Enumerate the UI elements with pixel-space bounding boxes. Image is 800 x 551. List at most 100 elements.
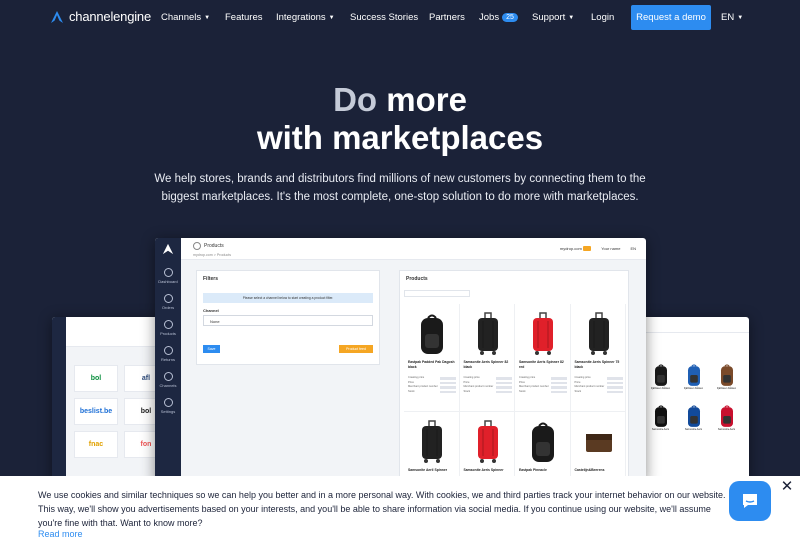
product-image (417, 420, 447, 464)
chat-icon (743, 494, 757, 508)
channelengine-logo-icon (51, 10, 63, 23)
channel-label: Channel (203, 308, 219, 313)
settings-icon (163, 398, 173, 407)
nav-partners[interactable]: Partners (429, 12, 465, 23)
product-name: Castelijn&Beerens (574, 468, 605, 472)
product-name: Samsonite Aeris Spinner 82 red (519, 360, 564, 369)
cookie-read-more-link[interactable]: Read more (38, 529, 83, 539)
product-card[interactable]: Eastpak Padded Pak Dagosh black Creating … (404, 304, 460, 412)
right-product-card[interactable]: Fjällräven Kånken (644, 361, 677, 399)
product-name: Fjällräven Kånken (683, 387, 704, 390)
returns-icon (163, 346, 173, 355)
product-grid: Eastpak Padded Pak Dagosh black Creating … (404, 304, 626, 483)
chevron-down-icon: ▼ (204, 14, 211, 21)
product-card[interactable]: Samsonite Aeril SpinnerCreating pricePri… (404, 412, 460, 483)
channel-tile[interactable]: bol (74, 365, 118, 392)
right-product-card[interactable]: Fjällräven Kånken (677, 361, 710, 399)
product-card[interactable]: Samsonite Aeris Spinner 75 black Creating… (570, 304, 626, 412)
sidebar-item-orders[interactable]: Orders (155, 294, 181, 310)
product-image (473, 420, 503, 464)
products-title: Products (406, 276, 428, 282)
filters-panel: Filters Please select a channel below to… (196, 270, 380, 365)
nav-integrations-label: Integrations (276, 12, 326, 23)
hero-title-line2: with marketplaces (256, 119, 544, 156)
product-feed-button[interactable]: Product feed (339, 345, 373, 353)
page-title-text: Products (204, 243, 224, 249)
sidebar-item-settings[interactable]: Settings (155, 398, 181, 414)
sidebar-item-label: Orders (161, 305, 175, 310)
product-name: Samsonite Aeris Spinner 75 black (574, 360, 620, 369)
product-card[interactable]: Castelijn&BeerensCreating pricePriceMerc… (571, 412, 626, 483)
chat-button[interactable] (729, 481, 771, 521)
product-card[interactable]: Samsonite Aeris SpinnerCreating pricePri… (460, 412, 515, 483)
store-label[interactable]: mydrop.com (560, 246, 592, 251)
app-content: Filters Please select a channel below to… (181, 260, 646, 483)
product-card[interactable]: Samsonite Aeris Spinner 82 black Creating… (459, 304, 515, 412)
top-navigation: channelengine Channels ▼ Features Integra… (0, 0, 800, 36)
product-card[interactable]: Eastpak PinnacleCreating pricePriceMerch… (515, 412, 571, 483)
hero-title-rest: more (377, 81, 467, 118)
product-image (528, 420, 558, 464)
nav-success-stories[interactable]: Success Stories (350, 12, 418, 23)
channel-tile[interactable]: beslist.be (74, 398, 118, 425)
product-card[interactable]: Samsonite Aeris Spinner 82 red Creating p… (515, 304, 571, 412)
product-image (584, 312, 614, 356)
app-language[interactable]: EN (630, 246, 636, 251)
sidebar-item-label: Dashboard (158, 279, 178, 284)
product-name: Samsonite Aeris Spinner (463, 468, 504, 472)
user-menu[interactable]: Your name (601, 246, 620, 251)
product-name: Fjällräven Kånken (716, 387, 737, 390)
right-product-card[interactable]: Samsonite Aeris (677, 402, 710, 440)
nav-channels[interactable]: Channels ▼ (161, 12, 210, 23)
sidebar-item-label: Channels (159, 383, 177, 388)
nav-support-label: Support (532, 12, 566, 23)
dashboard-icon (163, 268, 173, 277)
product-name: Samsonite Aeris (717, 428, 736, 431)
products-panel: Products Eastpak Padded Pak Dagosh black… (399, 270, 629, 483)
language-selector[interactable]: EN ▼ (721, 12, 743, 23)
mock-sidebar (52, 317, 66, 482)
product-image (684, 363, 704, 387)
channelengine-logo[interactable]: channelengine (50, 9, 151, 24)
products-icon (193, 242, 201, 250)
sidebar-item-returns[interactable]: Returns (155, 346, 181, 362)
request-demo-button[interactable]: Request a demo (631, 5, 711, 30)
orders-icon (163, 294, 173, 303)
nav-success-stories-label: Success Stories (350, 12, 419, 23)
product-image (473, 312, 503, 356)
right-product-card[interactable]: Fjällräven Kånken (710, 361, 743, 399)
nav-jobs[interactable]: Jobs 25 (479, 12, 518, 23)
product-meta: Creating price Price Merchant product numb… (575, 376, 623, 394)
sidebar-item-label: Settings (160, 409, 176, 414)
right-product-card[interactable]: Samsonite Aeris (710, 402, 743, 440)
product-image (717, 404, 737, 428)
app-topbar: Products mydrop.com > Products mydrop.co… (181, 238, 646, 260)
sidebar-item-dashboard[interactable]: Dashboard (155, 268, 181, 284)
product-image (417, 312, 447, 356)
products-icon (163, 320, 173, 329)
mock-topbar (640, 317, 749, 333)
product-name: Samsonite Aeris (684, 428, 703, 431)
sidebar-item-channels[interactable]: Channels (155, 372, 181, 388)
nav-login[interactable]: Login (591, 12, 614, 23)
channel-select[interactable]: None (203, 315, 373, 326)
product-meta: Creating price Price Merchant product numb… (408, 376, 456, 394)
channelengine-logo-icon (162, 243, 174, 255)
hero-title: Do more with marketplaces (0, 81, 800, 157)
product-name: Eastpak Pinnacle (519, 468, 547, 472)
product-image (528, 312, 558, 356)
filters-save-button[interactable]: Save (203, 345, 220, 353)
nav-support[interactable]: Support ▼ (532, 12, 574, 23)
sidebar-item-products[interactable]: Products (155, 320, 181, 336)
chevron-down-icon: ▼ (568, 14, 575, 21)
close-icon[interactable]: ✕ (779, 479, 795, 495)
product-image (684, 404, 704, 428)
nav-features[interactable]: Features (225, 12, 263, 23)
filters-info: Please select a channel below to start c… (203, 293, 373, 303)
channel-tile[interactable]: fnac (74, 431, 118, 458)
product-search-input[interactable] (404, 290, 470, 297)
product-image (651, 363, 671, 387)
nav-integrations[interactable]: Integrations ▼ (276, 12, 335, 23)
right-product-grid: Fjällräven Kånken Fjällräven Kånken Fjällr… (644, 361, 743, 440)
right-product-card[interactable]: Samsonite Aeris (644, 402, 677, 440)
